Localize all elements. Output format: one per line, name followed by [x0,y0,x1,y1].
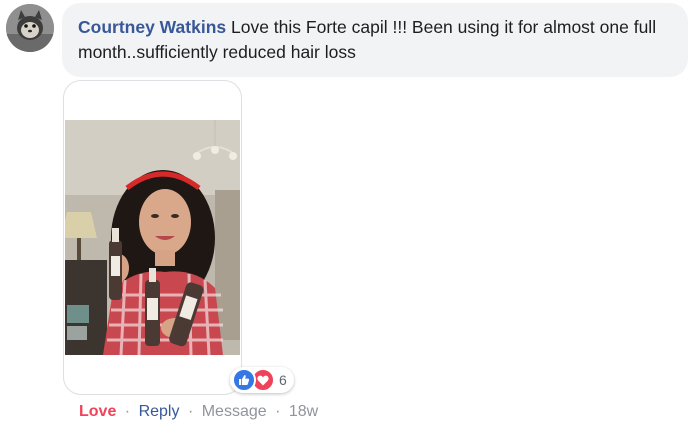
separator: · [275,403,281,420]
message-button[interactable]: Message [202,403,267,420]
avatar-image [6,4,54,52]
love-reaction-button[interactable]: Love [79,403,116,420]
avatar[interactable] [6,4,54,52]
comment-bubble: Courtney Watkins Love this Forte capil !… [62,3,688,77]
comment-timestamp[interactable]: 18w [289,403,318,420]
separator: · [187,403,194,420]
reply-button[interactable]: Reply [139,403,180,420]
attached-photo-card[interactable] [63,80,242,395]
reactions-count: 6 [279,372,287,388]
comment-thread: Courtney Watkins Love this Forte capil !… [0,0,691,433]
photo-image [65,120,240,355]
comment-actions: Love · Reply · Message · 18w [79,403,318,421]
like-icon [232,368,256,392]
separator: · [124,403,131,420]
comment-author[interactable]: Courtney Watkins [78,17,226,37]
reactions-summary[interactable]: 6 [230,367,294,393]
attached-photo[interactable] [65,120,240,355]
